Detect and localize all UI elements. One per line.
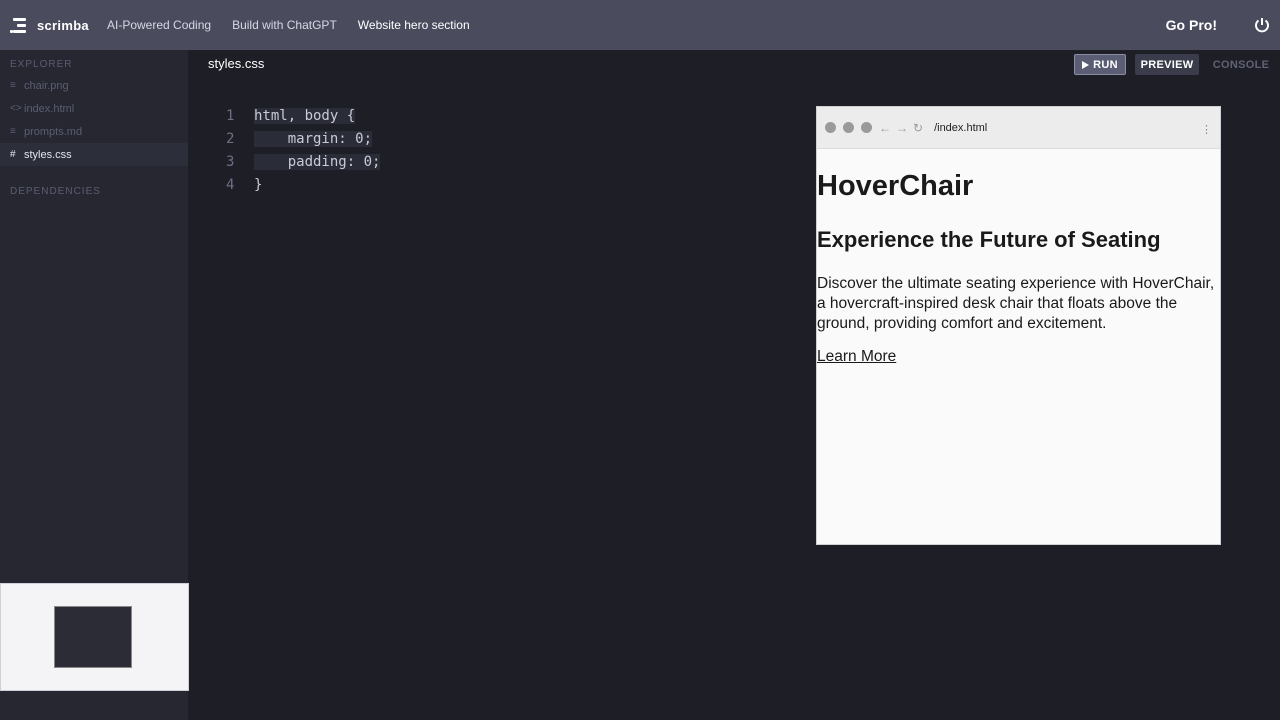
line-number: 1 xyxy=(226,107,235,124)
breadcrumb-course[interactable]: AI-Powered Coding xyxy=(107,18,211,32)
file-name: index.html xyxy=(24,102,75,115)
preview-button[interactable]: PREVIEW xyxy=(1135,54,1199,75)
preview-content: HoverChair Experience the Future of Seat… xyxy=(817,170,1220,366)
file-name: prompts.md xyxy=(24,125,83,138)
code-line: 2 margin: 0; xyxy=(220,127,380,150)
browser-chrome: ← → ↻ /index.html ⋮ xyxy=(817,107,1220,149)
breadcrumb-module[interactable]: Build with ChatGPT xyxy=(232,18,337,32)
scrimba-logo-icon xyxy=(10,15,30,35)
more-options-icon[interactable]: ⋮ xyxy=(1201,123,1212,136)
code-line: 3 padding: 0; xyxy=(220,150,381,173)
code-text: html, body { xyxy=(254,107,356,124)
file-name: chair.png xyxy=(24,79,69,92)
file-item-index-html[interactable]: <> index.html xyxy=(0,97,188,120)
reload-icon[interactable]: ↻ xyxy=(913,121,923,135)
run-button[interactable]: RUN xyxy=(1074,54,1126,75)
thumbnail-screen xyxy=(54,606,132,668)
back-arrow-icon[interactable]: ← xyxy=(879,121,891,135)
hero-subtitle: Experience the Future of Seating xyxy=(817,227,1161,252)
breadcrumb-lesson[interactable]: Website hero section xyxy=(358,18,470,32)
code-line: 4 } xyxy=(220,173,380,196)
power-icon[interactable] xyxy=(1254,17,1270,33)
top-bar: scrimba AI-Powered Coding Build with Cha… xyxy=(0,0,1280,50)
code-text: padding: 0; xyxy=(254,153,381,170)
file-item-prompts-md[interactable]: ≡ prompts.md xyxy=(0,120,188,143)
file-item-styles-css[interactable]: # styles.css xyxy=(0,143,188,166)
forward-arrow-icon[interactable]: → xyxy=(896,121,908,135)
hero-paragraph: Discover the ultimate seating experience… xyxy=(817,275,1215,332)
run-label: RUN xyxy=(1093,58,1118,71)
file-icon: ≡ xyxy=(10,80,16,91)
go-pro-link[interactable]: Go Pro! xyxy=(1166,17,1217,33)
code-text: } xyxy=(254,176,263,193)
file-name: styles.css xyxy=(24,148,72,161)
editor-tab-styles-css[interactable]: styles.css xyxy=(208,56,264,71)
window-dot-icon xyxy=(825,122,836,133)
code-text: margin: 0; xyxy=(254,130,373,147)
app-name: scrimba xyxy=(37,17,89,33)
window-dot-icon xyxy=(861,122,872,133)
code-line: 1 html, body { xyxy=(220,104,380,127)
scrimba-logo[interactable]: scrimba xyxy=(10,15,96,35)
file-item-chair-png[interactable]: ≡ chair.png xyxy=(0,74,188,97)
line-number: 3 xyxy=(226,153,235,170)
line-number: 4 xyxy=(226,176,235,193)
play-icon xyxy=(1082,60,1090,69)
console-button[interactable]: CONSOLE xyxy=(1208,54,1274,75)
dependencies-heading: DEPENDENCIES xyxy=(10,186,101,197)
preview-browser: ← → ↻ /index.html ⋮ HoverChair Experienc… xyxy=(816,106,1221,545)
explorer-heading: EXPLORER xyxy=(10,59,73,70)
hash-icon: # xyxy=(10,149,16,160)
webcam-thumbnail[interactable] xyxy=(0,583,189,691)
file-icon: ≡ xyxy=(10,126,16,137)
learn-more-link[interactable]: Learn More xyxy=(817,348,896,366)
window-dot-icon xyxy=(843,122,854,133)
code-icon: <> xyxy=(10,103,22,114)
code-editor[interactable]: 1 html, body { 2 margin: 0; 3 padding: 0… xyxy=(220,104,381,196)
line-number: 2 xyxy=(226,130,235,147)
preview-url[interactable]: /index.html xyxy=(934,122,987,134)
hero-title: HoverChair xyxy=(817,170,974,202)
